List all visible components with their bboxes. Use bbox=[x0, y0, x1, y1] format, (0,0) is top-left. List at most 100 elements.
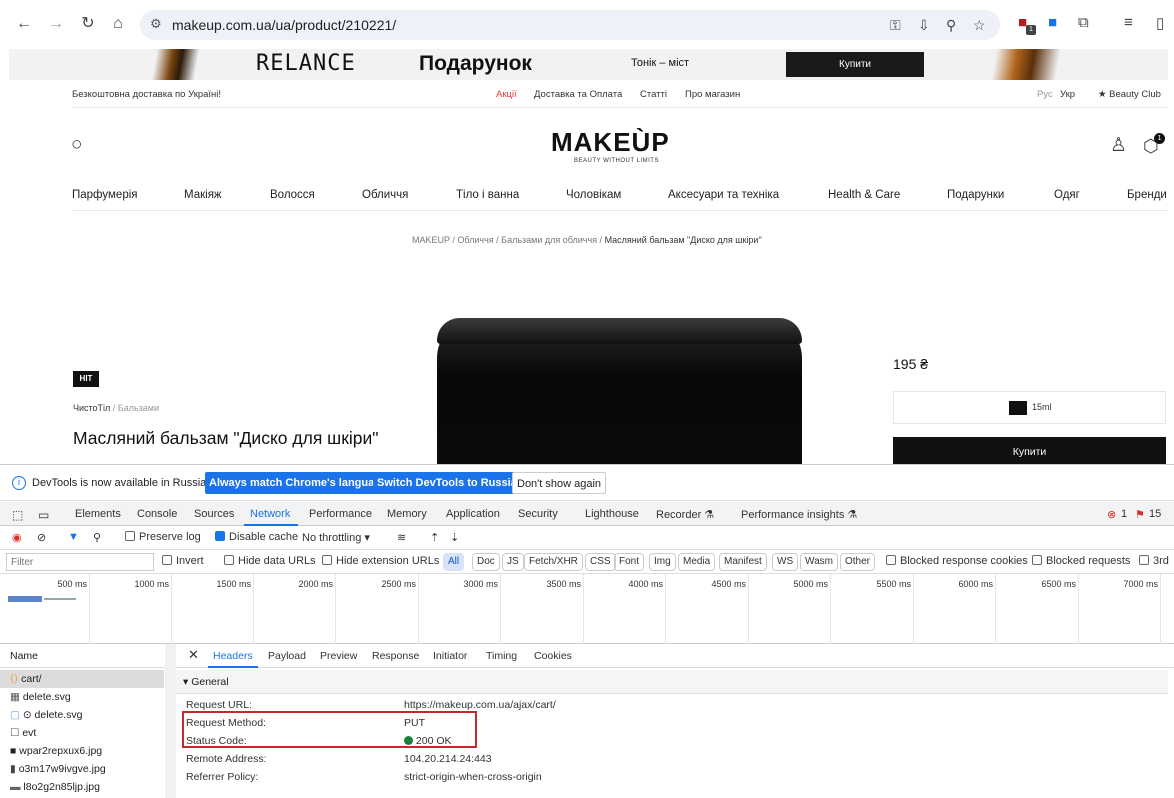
tab-console[interactable]: Console bbox=[137, 508, 177, 520]
filter-chip-css[interactable]: CSS bbox=[585, 553, 616, 571]
promo-banner[interactable]: RELANCE Подарунок Тонік – міст Купити bbox=[9, 49, 1168, 80]
filter-chip-manifest[interactable]: Manifest bbox=[719, 553, 767, 571]
import-har-icon[interactable]: ⇡ bbox=[430, 531, 439, 544]
request-row[interactable]: ▢ ⊙ delete.svg bbox=[0, 706, 164, 724]
tab-cookies[interactable]: Cookies bbox=[534, 650, 572, 662]
filter-icon[interactable]: ▼ bbox=[68, 531, 79, 543]
home-icon[interactable]: ⌂ bbox=[108, 14, 128, 34]
request-list-header[interactable]: Name bbox=[0, 644, 176, 668]
error-count[interactable]: 1 bbox=[1121, 508, 1127, 520]
reload-icon[interactable]: ↻ bbox=[78, 14, 98, 34]
password-key-icon[interactable]: ⚿ bbox=[890, 17, 901, 34]
lang-ru[interactable]: Рус bbox=[1037, 89, 1053, 100]
menu-body[interactable]: Тіло і ванна bbox=[456, 189, 519, 201]
name-column-header[interactable]: Name bbox=[10, 650, 38, 662]
translate-extension-icon[interactable]: ■ bbox=[1048, 14, 1057, 31]
close-icon[interactable]: ✕ bbox=[188, 647, 199, 663]
request-list-scrollbar[interactable] bbox=[165, 644, 176, 798]
menu-men[interactable]: Чоловікам bbox=[566, 189, 621, 201]
switch-russian-button[interactable]: Switch DevTools to Russian bbox=[373, 472, 528, 494]
request-row[interactable]: ▬ l8o2g2n85ljp.jpg bbox=[0, 778, 164, 796]
network-conditions-icon[interactable]: ≋ bbox=[397, 531, 406, 544]
filter-chip-wasm[interactable]: Wasm bbox=[800, 553, 838, 571]
search-icon[interactable]: ○ bbox=[71, 134, 82, 156]
volume-selector[interactable]: 15ml bbox=[893, 391, 1166, 424]
forward-icon[interactable]: → bbox=[46, 14, 66, 34]
account-icon[interactable]: ♙ bbox=[1110, 134, 1127, 157]
preserve-log-checkbox[interactable]: Preserve log bbox=[125, 531, 201, 543]
request-row[interactable]: ☐ evt bbox=[0, 724, 164, 742]
lang-ua[interactable]: Укр bbox=[1060, 89, 1075, 100]
top-link-about[interactable]: Про магазин bbox=[685, 89, 740, 100]
tab-initiator[interactable]: Initiator bbox=[433, 650, 467, 662]
banner-buy-button[interactable]: Купити bbox=[786, 52, 924, 77]
general-section-header[interactable]: ▾ General bbox=[176, 670, 1168, 694]
buy-button[interactable]: Купити bbox=[893, 437, 1166, 464]
zoom-icon[interactable]: ⚲ bbox=[946, 17, 956, 34]
filter-input[interactable] bbox=[6, 553, 154, 571]
breadcrumb-item[interactable]: MAKEUP bbox=[412, 235, 450, 245]
tab-response[interactable]: Response bbox=[372, 650, 419, 662]
top-link-articles[interactable]: Статті bbox=[640, 89, 667, 100]
breadcrumb-item[interactable]: Обличчя bbox=[457, 235, 493, 245]
clear-icon[interactable]: ⊘ bbox=[37, 531, 46, 544]
blocked-requests-checkbox[interactable]: Blocked requests bbox=[1032, 555, 1130, 567]
tab-lighthouse[interactable]: Lighthouse bbox=[585, 508, 639, 520]
hide-extension-urls-checkbox[interactable]: Hide extension URLs bbox=[322, 555, 439, 567]
install-app-icon[interactable]: ⇩ bbox=[918, 17, 930, 34]
menu-face[interactable]: Обличчя bbox=[362, 189, 408, 201]
tab-timing[interactable]: Timing bbox=[486, 650, 517, 662]
issues-icon[interactable]: ⚑ bbox=[1135, 508, 1145, 521]
request-row[interactable]: ⟨⟩ cart/ bbox=[0, 670, 164, 688]
top-link-delivery[interactable]: Доставка та Оплата bbox=[534, 89, 622, 100]
filter-chip-media[interactable]: Media bbox=[678, 553, 716, 571]
filter-chip-doc[interactable]: Doc bbox=[472, 553, 500, 571]
filter-chip-all[interactable]: All bbox=[443, 553, 465, 571]
tab-elements[interactable]: Elements bbox=[75, 508, 121, 520]
side-panel-icon[interactable]: ▯ bbox=[1156, 14, 1164, 32]
tab-memory[interactable]: Memory bbox=[387, 508, 427, 520]
record-icon[interactable]: ◉ bbox=[12, 531, 22, 544]
blocked-cookies-checkbox[interactable]: Blocked response cookies bbox=[886, 555, 1028, 567]
filter-chip-other[interactable]: Other bbox=[840, 553, 876, 571]
breadcrumb-item[interactable]: Бальзами для обличчя bbox=[501, 235, 597, 245]
tab-headers[interactable]: Headers bbox=[213, 650, 253, 662]
request-row[interactable]: ▮ o3m17w9ivgve.jpg bbox=[0, 760, 164, 778]
tab-security[interactable]: Security bbox=[518, 508, 558, 520]
tab-application[interactable]: Application bbox=[446, 508, 500, 520]
beauty-club-link[interactable]: ★ Beauty Club bbox=[1098, 89, 1161, 100]
invert-checkbox[interactable]: Invert bbox=[162, 555, 204, 567]
tab-recorder[interactable]: Recorder ⚗ bbox=[656, 508, 714, 521]
reading-list-icon[interactable]: ≡ bbox=[1124, 14, 1133, 31]
issues-count[interactable]: 15 bbox=[1149, 508, 1161, 520]
tab-payload[interactable]: Payload bbox=[268, 650, 306, 662]
filter-chip-ws[interactable]: WS bbox=[772, 553, 799, 571]
device-toolbar-icon[interactable]: ▭ bbox=[38, 508, 49, 522]
extensions-puzzle-icon[interactable]: ⧉ bbox=[1078, 14, 1089, 31]
filter-chip-fetch[interactable]: Fetch/XHR bbox=[524, 553, 583, 571]
request-row[interactable]: ▦ delete.svg bbox=[0, 688, 164, 706]
export-har-icon[interactable]: ⇣ bbox=[450, 531, 459, 544]
request-row[interactable]: ■ wpar2repxux6.jpg bbox=[0, 742, 164, 760]
menu-accessories[interactable]: Аксесуари та техніка bbox=[668, 189, 779, 201]
third-party-checkbox[interactable]: 3rd bbox=[1139, 555, 1169, 567]
throttling-select[interactable]: No throttling ▾ bbox=[302, 531, 370, 544]
address-bar[interactable]: ⚙ makeup.com.ua/ua/product/210221/ ⚿ ⇩ ⚲… bbox=[140, 10, 1000, 40]
menu-brands[interactable]: Бренди bbox=[1127, 189, 1167, 201]
bookmark-star-icon[interactable]: ☆ bbox=[973, 17, 986, 34]
tab-preview[interactable]: Preview bbox=[320, 650, 357, 662]
menu-gifts[interactable]: Подарунки bbox=[947, 189, 1004, 201]
filter-chip-img[interactable]: Img bbox=[649, 553, 676, 571]
menu-makeup[interactable]: Макіяж bbox=[184, 189, 222, 201]
site-logo[interactable]: MAKEÙP bbox=[551, 127, 670, 158]
menu-clothes[interactable]: Одяг bbox=[1054, 189, 1080, 201]
match-language-button[interactable]: Always match Chrome's language bbox=[205, 472, 392, 494]
menu-health[interactable]: Health & Care bbox=[828, 189, 900, 201]
back-icon[interactable]: ← bbox=[14, 14, 34, 34]
error-icon[interactable]: ⊗ bbox=[1107, 508, 1116, 521]
network-timeline-overview[interactable]: 500 ms 1000 ms 1500 ms 2000 ms 2500 ms 3… bbox=[0, 574, 1174, 644]
filter-chip-font[interactable]: Font bbox=[614, 553, 645, 571]
search-icon[interactable]: ⚲ bbox=[93, 531, 101, 544]
product-brand[interactable]: ЧистоТіл bbox=[73, 403, 110, 413]
tab-sources[interactable]: Sources bbox=[194, 508, 234, 520]
